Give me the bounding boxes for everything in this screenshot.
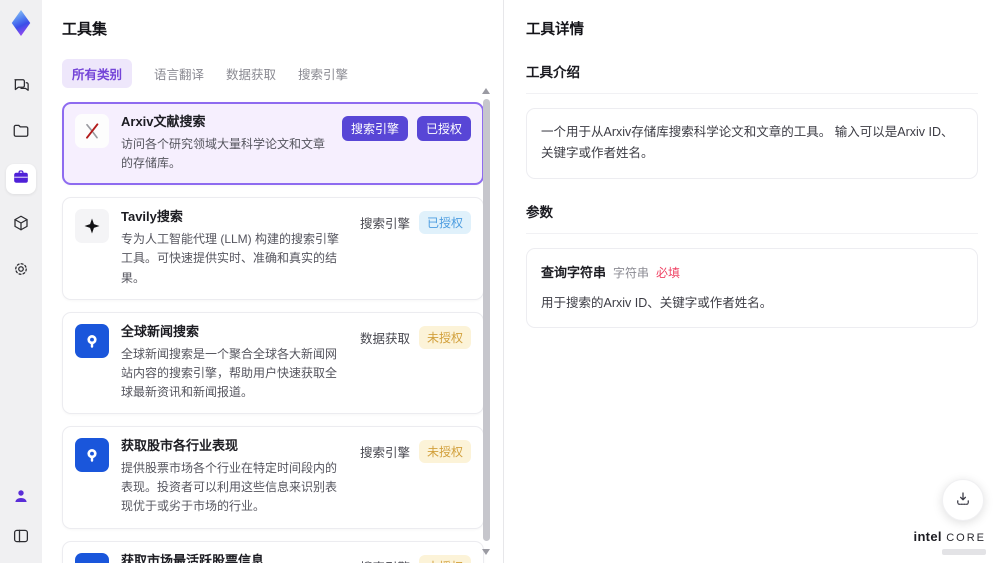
arxiv-logo-icon <box>75 114 109 148</box>
sidebar-item-chat[interactable] <box>6 72 36 102</box>
tool-description: 访问各个研究领域大量科学论文和文章的存储库。 <box>121 136 326 171</box>
tool-description: 全球新闻搜索是一个聚合全球各大新闻网站内容的搜索引擎，帮助用户快速获取全球最新资… <box>121 346 338 399</box>
tool-title: Arxiv文献搜索 <box>121 114 206 129</box>
user-icon <box>12 487 30 510</box>
tool-intro-box: 一个用于从Arxiv存储库搜索科学论文和文章的工具。 输入可以是Arxiv ID… <box>526 108 978 179</box>
tool-detail-panel: 工具详情 工具介绍 一个用于从Arxiv存储库搜索科学论文和文章的工具。 输入可… <box>504 0 1000 563</box>
auth-badge: 未授权 <box>418 554 471 563</box>
chat-icon <box>12 76 30 99</box>
tool-cards: Arxiv文献搜索 访问各个研究领域大量科学论文和文章的存储库。 搜索引擎 已授… <box>62 102 484 563</box>
app-window: 工具集 所有类别 语言翻译 数据获取 搜索引擎 Arxiv文献搜索 访问各个研究… <box>0 0 1000 563</box>
auth-badge: 未授权 <box>418 440 471 464</box>
sidebar-bottom <box>6 483 36 553</box>
tab-language-translation[interactable]: 语言翻译 <box>154 64 204 83</box>
parameter-required-flag: 必填 <box>656 265 681 280</box>
tool-title: 全球新闻搜索 <box>121 323 200 339</box>
scroll-down-arrow-icon[interactable] <box>482 549 490 555</box>
scroll-up-arrow-icon[interactable] <box>482 88 490 94</box>
folder-icon <box>12 122 30 145</box>
tavily-logo-icon <box>75 209 109 244</box>
download-icon <box>954 490 972 511</box>
scrollbar-thumb[interactable] <box>483 99 490 541</box>
auth-badge: 已授权 <box>416 116 471 141</box>
detail-title: 工具详情 <box>526 22 584 38</box>
intro-section-title: 工具介绍 <box>526 61 978 94</box>
sidebar-item-collapse[interactable] <box>6 523 36 553</box>
tool-title: Tavily搜索 <box>121 209 183 225</box>
params-section-title: 参数 <box>526 201 978 234</box>
sidebar-item-settings[interactable] <box>6 256 36 286</box>
tab-search-engine[interactable]: 搜索引擎 <box>298 64 348 83</box>
tool-card-stock-sector[interactable]: 获取股市各行业表现 提供股票市场各个行业在特定时间段内的表现。投资者可以利用这些… <box>62 426 484 529</box>
global-news-logo-icon <box>75 323 109 358</box>
tool-card-arxiv[interactable]: Arxiv文献搜索 访问各个研究领域大量科学论文和文章的存储库。 搜索引擎 已授… <box>62 102 484 186</box>
page-title: 工具集 <box>62 21 108 38</box>
sidebar-item-tools[interactable] <box>6 164 36 194</box>
app-logo-icon <box>6 8 36 38</box>
auth-badge: 未授权 <box>418 325 471 349</box>
tool-card-active-stocks[interactable]: 获取市场最活跃股票信息 提供当天交易量最高的股票列表。投资者可以利用这些信息来识… <box>62 540 484 563</box>
sidebar-item-files[interactable] <box>6 118 36 148</box>
tool-card-tavily[interactable]: Tavily搜索 专为人工智能代理 (LLM) 构建的搜索引擎工具。可快速提供实… <box>62 197 484 300</box>
auth-badge: 已授权 <box>418 211 471 235</box>
stock-logo-icon <box>75 438 109 473</box>
briefcase-icon <box>12 168 30 191</box>
sidebar-item-profile[interactable] <box>6 483 36 513</box>
parameter-box: 查询字符串 字符串 必填 用于搜索的Arxiv ID、关键字或作者姓名。 <box>526 247 978 328</box>
category-label: 数据获取 <box>359 331 410 346</box>
list-scrollbar[interactable] <box>482 86 490 563</box>
tab-data-acquisition[interactable]: 数据获取 <box>226 64 276 83</box>
parameter-description: 用于搜索的Arxiv ID、关键字或作者姓名。 <box>541 295 773 310</box>
tab-all-categories[interactable]: 所有类别 <box>62 59 133 88</box>
category-label: 搜索引擎 <box>360 557 410 563</box>
panel-toggle-icon <box>12 527 30 550</box>
tool-title: 获取股市各行业表现 <box>121 438 239 454</box>
sidebar-item-models[interactable] <box>6 210 36 240</box>
parameter-type: 字符串 <box>613 265 650 280</box>
category-badge: 搜索引擎 <box>341 116 408 141</box>
intel-logo-subtext <box>942 549 986 555</box>
category-tabs: 所有类别 语言翻译 数据获取 搜索引擎 <box>62 59 483 88</box>
intel-core-logo: intel CORE <box>914 529 986 555</box>
download-button[interactable] <box>942 479 984 521</box>
parameter-name: 查询字符串 <box>541 264 607 280</box>
sidebar-nav <box>6 72 36 286</box>
category-label: 搜索引擎 <box>359 446 410 461</box>
tool-card-global-news[interactable]: 全球新闻搜索 全球新闻搜索是一个聚合全球各大新闻网站内容的搜索引擎，帮助用户快速… <box>62 311 484 415</box>
sidebar <box>0 0 42 563</box>
tool-list-panel: 工具集 所有类别 语言翻译 数据获取 搜索引擎 Arxiv文献搜索 访问各个研究… <box>42 0 504 563</box>
tool-description: 专为人工智能代理 (LLM) 构建的搜索引擎工具。可快速提供实时、准确和真实的结… <box>121 232 340 285</box>
category-label: 搜索引擎 <box>359 217 410 232</box>
gear-icon <box>12 260 30 283</box>
tool-title: 获取市场最活跃股票信息 <box>121 552 265 563</box>
tool-description: 提供股票市场各个行业在特定时间段内的表现。投资者可以利用这些信息来识别表现优于或… <box>121 461 338 514</box>
cube-icon <box>12 214 30 237</box>
stock-logo-icon <box>75 552 109 563</box>
